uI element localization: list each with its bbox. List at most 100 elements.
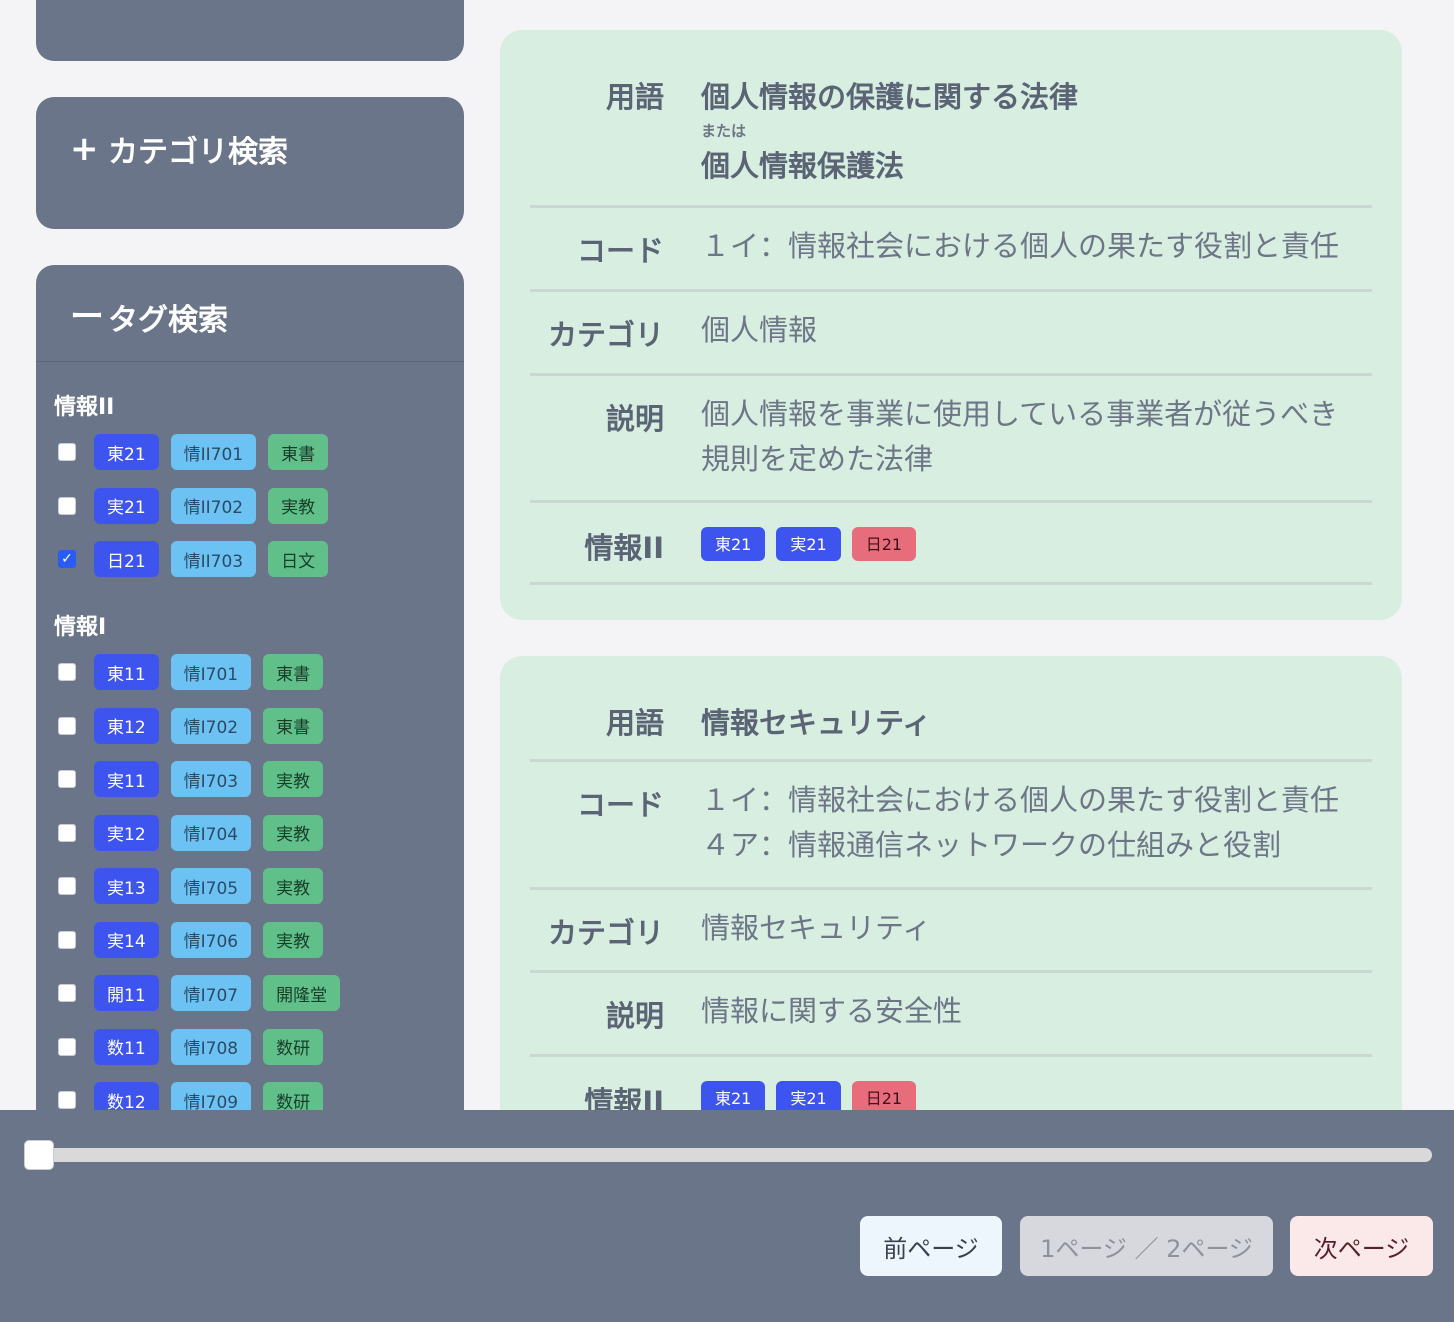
plus-icon: + bbox=[70, 129, 99, 169]
tag-chip[interactable]: 東21 bbox=[701, 527, 766, 561]
pagination-bar: 前ページ 1ページ ／ 2ページ 次ページ bbox=[0, 1110, 1454, 1322]
tag-filter-row: 実13 情I705 実教 bbox=[58, 868, 335, 904]
category-search-toggle[interactable]: + カテゴリ検索 bbox=[70, 127, 288, 171]
code-tag-chip: 情I705 bbox=[170, 868, 252, 904]
publisher-tag-chip: 実教 bbox=[263, 921, 324, 958]
tag-checkbox[interactable] bbox=[58, 443, 76, 461]
publisher-tag-chip: 東書 bbox=[263, 654, 324, 690]
description-row: 説明 情報に関する安全性 bbox=[530, 973, 1372, 1057]
category-label: カテゴリ bbox=[547, 318, 664, 352]
code-tag-chip: 情I706 bbox=[170, 921, 252, 958]
tag-search-title: タグ検索 bbox=[108, 303, 228, 338]
term-label: 用語 bbox=[605, 706, 664, 740]
publisher-tag-chip: 東書 bbox=[268, 434, 329, 470]
school-tag-chip: 東21 bbox=[94, 434, 159, 470]
code-value: １イ：情報社会における個人の果たす役割と責任 bbox=[701, 783, 1340, 817]
tag-search-toggle[interactable]: ー タグ検索 bbox=[70, 295, 228, 339]
school-tag-chip: 開11 bbox=[94, 975, 159, 1011]
tag-checkbox[interactable] bbox=[58, 984, 76, 1002]
category-search-panel[interactable]: + カテゴリ検索 bbox=[36, 97, 464, 229]
publisher-tag-chip: 実教 bbox=[268, 487, 329, 524]
term-card: 用語 個人情報の保護に関する法律 または 個人情報保護法 コード １イ：情報社会… bbox=[500, 30, 1402, 620]
or-label: または bbox=[701, 122, 747, 140]
tag-filter-row: 数11 情I708 数研 bbox=[58, 1028, 335, 1065]
page-slider-track[interactable] bbox=[40, 1148, 1432, 1162]
sidebar-panel-top bbox=[36, 0, 464, 61]
code-label: コード bbox=[576, 234, 664, 268]
tag-checkbox[interactable] bbox=[58, 770, 76, 788]
publisher-tag-chip: 実教 bbox=[263, 868, 324, 904]
tag-filter-row: 東11 情I701 東書 bbox=[58, 654, 335, 690]
next-page-button[interactable]: 次ページ bbox=[1290, 1216, 1433, 1276]
tag-filter-row: 実11 情I703 実教 bbox=[58, 761, 335, 797]
term-card: 用語 情報セキュリティ コード １イ：情報社会における個人の果たす役割と責任 ４… bbox=[500, 656, 1402, 1136]
tag-checkbox[interactable] bbox=[58, 930, 76, 949]
publisher-tag-chip: 数研 bbox=[263, 1028, 324, 1065]
tag-checkbox[interactable] bbox=[58, 877, 76, 895]
publisher-tag-chip: 開隆堂 bbox=[263, 975, 341, 1011]
tag-checkbox[interactable] bbox=[58, 823, 76, 842]
code-row: コード １イ：情報社会における個人の果たす役割と責任 bbox=[530, 208, 1372, 292]
description-line: 個人情報を事業に使用している事業者が従うべき bbox=[701, 397, 1339, 431]
school-tag-chip: 実14 bbox=[94, 921, 159, 958]
page-slider-thumb[interactable] bbox=[24, 1140, 54, 1170]
tag-filter-row: 実21 情II702 実教 bbox=[58, 487, 340, 524]
tag-group-title: 情報I bbox=[54, 615, 107, 640]
description-line: 情報に関する安全性 bbox=[701, 994, 963, 1028]
code-value: １イ：情報社会における個人の果たす役割と責任 bbox=[701, 229, 1340, 263]
code-tag-chip: 情I702 bbox=[170, 707, 252, 744]
tag-chip[interactable]: 日21 bbox=[851, 527, 917, 561]
school-tag-chip: 実13 bbox=[94, 868, 159, 904]
tags-row: 情報II 東21 実21 日21 bbox=[530, 503, 1372, 585]
tag-chip[interactable]: 実21 bbox=[776, 527, 841, 561]
code-row: コード １イ：情報社会における個人の果たす役割と責任 ４ア：情報通信ネットワーク… bbox=[530, 762, 1372, 890]
publisher-tag-chip: 実教 bbox=[263, 814, 324, 851]
minus-icon: ー bbox=[70, 297, 104, 337]
category-row: カテゴリ 情報セキュリティ bbox=[530, 890, 1372, 973]
category-value: 個人情報 bbox=[701, 313, 818, 347]
code-tag-chip: 情I704 bbox=[170, 814, 252, 851]
code-tag-chip: 情II703 bbox=[170, 541, 257, 577]
code-tag-chip: 情II701 bbox=[170, 434, 257, 470]
category-row: カテゴリ 個人情報 bbox=[530, 292, 1372, 376]
category-label: カテゴリ bbox=[547, 916, 664, 950]
page-status: 1ページ ／ 2ページ bbox=[1020, 1216, 1273, 1276]
tag-checkbox[interactable] bbox=[58, 1091, 76, 1109]
school-tag-chip: 日21 bbox=[94, 541, 159, 577]
code-tag-chip: 情II702 bbox=[170, 487, 257, 524]
tag-checkbox[interactable] bbox=[58, 663, 76, 681]
tag-filter-row: 東21 情II701 東書 bbox=[58, 434, 340, 470]
publisher-tag-chip: 東書 bbox=[263, 707, 324, 744]
category-search-title: カテゴリ検索 bbox=[108, 135, 288, 170]
code-value: ４ア：情報通信ネットワークの仕組みと役割 bbox=[701, 828, 1282, 862]
term-value: 情報セキュリティ bbox=[701, 706, 932, 740]
code-label: コード bbox=[576, 788, 664, 822]
tag-checkbox[interactable] bbox=[58, 716, 76, 735]
tag-checkbox[interactable] bbox=[58, 1037, 76, 1056]
term-value: 個人情報の保護に関する法律 bbox=[701, 80, 1079, 114]
school-tag-chip: 実12 bbox=[94, 814, 159, 851]
prev-page-button[interactable]: 前ページ bbox=[860, 1216, 1002, 1276]
description-row: 説明 個人情報を事業に使用している事業者が従うべき 規則を定めた法律 bbox=[530, 376, 1372, 503]
tag-checkbox[interactable]: ✓ bbox=[58, 550, 76, 568]
category-value: 情報セキュリティ bbox=[701, 911, 932, 945]
code-tag-chip: 情I707 bbox=[170, 975, 252, 1011]
description-label: 説明 bbox=[605, 999, 664, 1033]
school-tag-chip: 実11 bbox=[94, 761, 159, 797]
tag-filter-row: ✓ 日21 情II703 日文 bbox=[58, 541, 340, 577]
tag-checkbox[interactable] bbox=[58, 496, 76, 515]
tag-group-title: 情報II bbox=[54, 395, 115, 420]
divider bbox=[36, 361, 464, 362]
school-tag-chip: 東11 bbox=[94, 654, 159, 690]
description-label: 説明 bbox=[605, 402, 664, 436]
tag-filter-row: 実14 情I706 実教 bbox=[58, 921, 335, 958]
term-row: 用語 情報セキュリティ bbox=[530, 656, 1372, 762]
tag-search-panel: ー タグ検索 情報II 東21 情II701 東書 実21 情II702 実教 ✓ 日21 情II… bbox=[36, 265, 464, 1165]
school-tag-chip: 東12 bbox=[94, 707, 159, 744]
code-tag-chip: 情I708 bbox=[170, 1028, 252, 1065]
school-tag-chip: 数11 bbox=[94, 1028, 159, 1065]
school-tag-chip: 実21 bbox=[94, 487, 159, 524]
tag-filter-row: 開11 情I707 開隆堂 bbox=[58, 975, 352, 1011]
description-line: 規則を定めた法律 bbox=[701, 442, 934, 476]
term-row: 用語 個人情報の保護に関する法律 または 個人情報保護法 bbox=[530, 30, 1372, 208]
